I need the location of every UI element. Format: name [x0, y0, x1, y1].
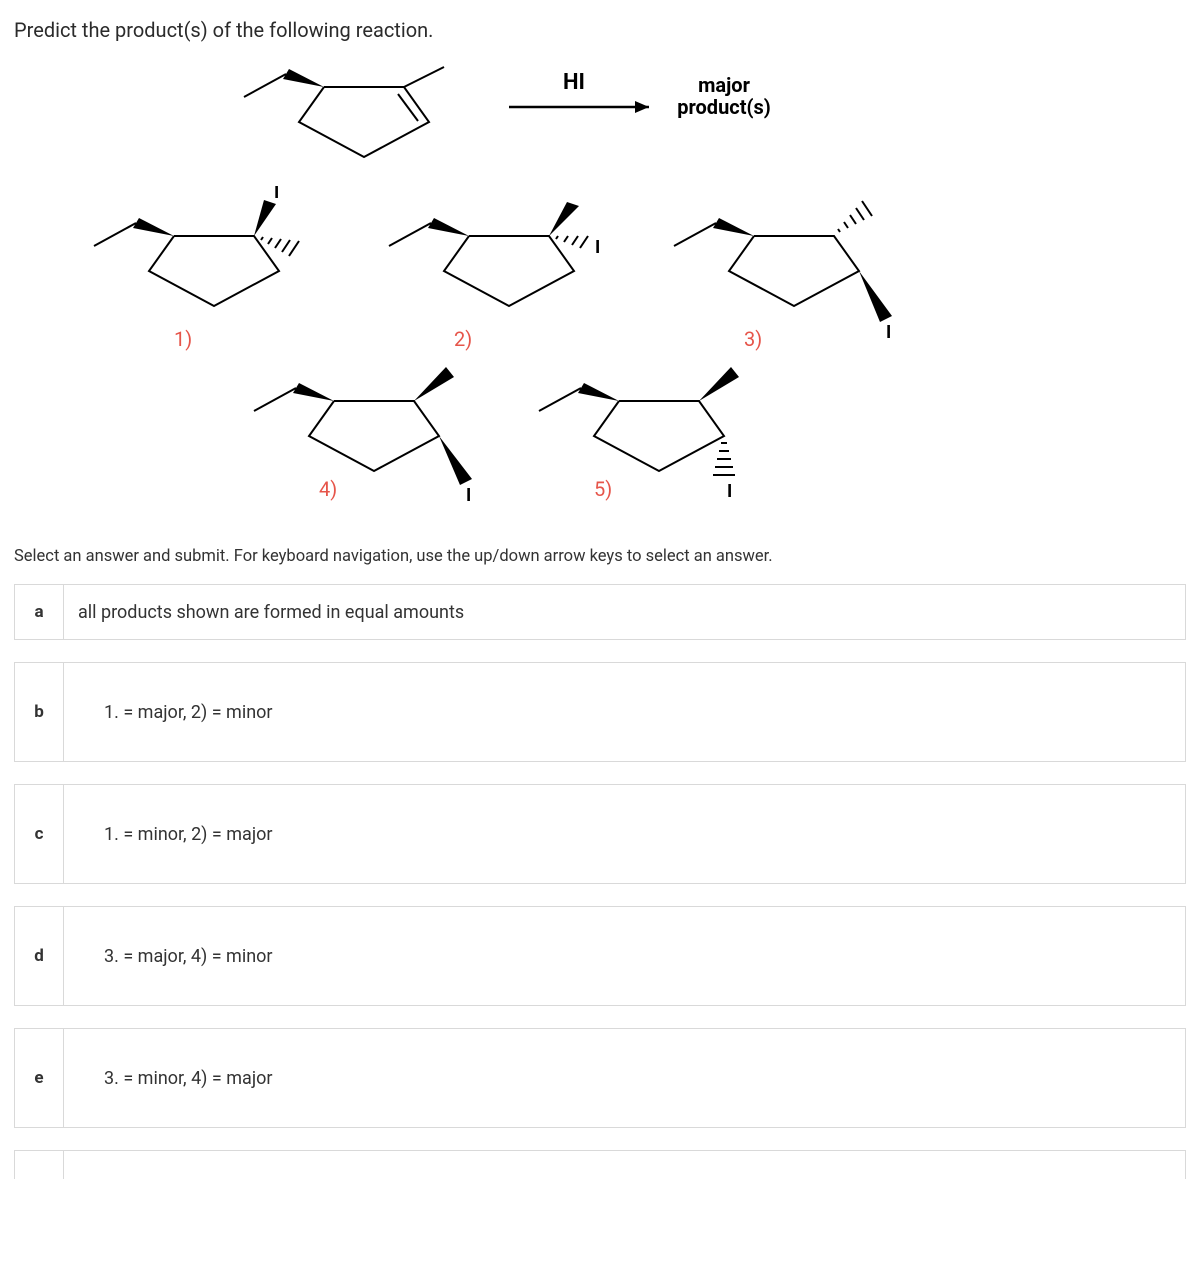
structure-3-label: 3)	[744, 327, 762, 351]
answer-option-e[interactable]: e 3. = minor, 4) = major	[14, 1028, 1186, 1128]
reaction-scheme: HI major product(s)	[14, 52, 1186, 182]
structure-1-label: 1)	[174, 327, 192, 351]
answer-letter: d	[15, 907, 64, 1005]
answer-list: a all products shown are formed in equal…	[14, 584, 1186, 1179]
answer-letter: b	[15, 663, 64, 761]
major-label-line2: product(s)	[677, 95, 771, 119]
structure-1: I	[94, 186, 299, 306]
question-prompt: Predict the product(s) of the following …	[14, 18, 1186, 42]
answer-text: all products shown are formed in equal a…	[64, 585, 1185, 639]
answer-option-c[interactable]: c 1. = minor, 2) = major	[14, 784, 1186, 884]
answer-letter: e	[15, 1029, 64, 1127]
answer-letter: c	[15, 785, 64, 883]
answer-option-a[interactable]: a all products shown are formed in equal…	[14, 584, 1186, 640]
answer-option-d[interactable]: d 3. = major, 4) = minor	[14, 906, 1186, 1006]
structure-2: I	[389, 202, 600, 306]
answer-option-b[interactable]: b 1. = major, 2) = minor	[14, 662, 1186, 762]
reagent-label: HI	[563, 70, 585, 95]
structure-5-label: 5)	[594, 477, 612, 501]
answer-text: 1. = minor, 2) = major	[64, 785, 1185, 883]
answer-text: 3. = major, 4) = minor	[64, 907, 1185, 1005]
product-options: I 1) I 2)	[14, 186, 1186, 531]
structure-5: I	[539, 367, 739, 502]
answer-text: 1. = major, 2) = minor	[64, 663, 1185, 761]
iodine-atom: I	[274, 186, 279, 203]
structure-4: I	[254, 367, 472, 506]
answer-text: 3. = minor, 4) = major	[64, 1029, 1185, 1127]
iodine-atom: I	[595, 237, 600, 258]
iodine-atom: I	[727, 481, 732, 502]
structure-4-label: 4)	[319, 477, 337, 501]
major-label-line1: major	[698, 73, 751, 97]
iodine-atom: I	[886, 322, 891, 343]
answer-letter: a	[15, 585, 64, 639]
answer-option-partial[interactable]	[14, 1150, 1186, 1179]
answer-letter	[15, 1151, 64, 1179]
answer-instruction: Select an answer and submit. For keyboar…	[14, 547, 1186, 566]
structure-3: I	[674, 201, 892, 343]
iodine-atom: I	[466, 485, 471, 506]
structure-2-label: 2)	[454, 327, 472, 351]
